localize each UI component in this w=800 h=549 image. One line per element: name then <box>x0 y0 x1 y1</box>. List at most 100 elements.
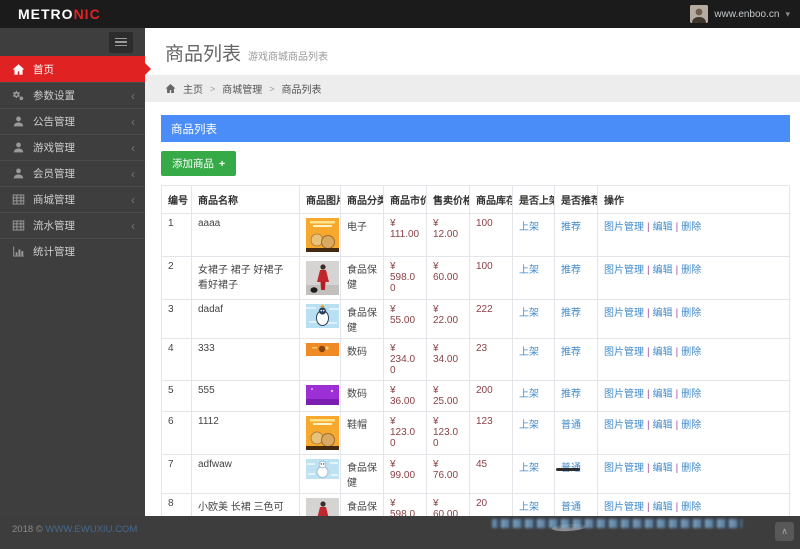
scroll-to-top-button[interactable]: ∧ <box>775 522 794 541</box>
row-id: 4 <box>162 339 192 381</box>
copyright-site-link[interactable]: WWW.EWUXIU.COM <box>45 524 137 535</box>
breadcrumb-separator: > <box>210 84 215 94</box>
breadcrumb: 主页 > 商城管理 > 商品列表 <box>145 75 800 102</box>
edit-link[interactable]: 编辑 <box>653 347 673 358</box>
manage-images-link[interactable]: 图片管理 <box>604 389 644 400</box>
delete-link[interactable]: 删除 <box>681 265 701 276</box>
logo[interactable]: METRONIC <box>18 6 101 22</box>
recommend-toggle-link[interactable]: 推荐 <box>561 389 581 400</box>
listed-toggle-link[interactable]: 上架 <box>519 347 539 358</box>
action-separator: | <box>676 420 679 431</box>
delete-link[interactable]: 删除 <box>681 463 701 474</box>
action-separator: | <box>676 265 679 276</box>
home-icon <box>165 83 176 94</box>
row-id: 3 <box>162 300 192 339</box>
sidebar-item-mall[interactable]: 商城管理‹ <box>0 186 145 212</box>
recommend-toggle-link[interactable]: 普通 <box>561 502 581 513</box>
red-dress-image <box>306 498 339 516</box>
market-price: ¥ 99.00 <box>384 455 427 494</box>
snowman-image <box>306 459 339 479</box>
manage-images-link[interactable]: 图片管理 <box>604 222 644 233</box>
stock-count: 20 <box>470 494 513 517</box>
purple-banner-image <box>306 385 339 405</box>
product-name: aaaa <box>192 214 300 257</box>
menu-icon[interactable] <box>109 32 133 53</box>
manage-images-link[interactable]: 图片管理 <box>604 420 644 431</box>
product-category: 食品保健 <box>341 300 384 339</box>
delete-link[interactable]: 删除 <box>681 389 701 400</box>
orange-banner-image <box>306 343 339 356</box>
edit-link[interactable]: 编辑 <box>653 308 673 319</box>
table-icon <box>12 193 25 206</box>
sale-price: ¥ 12.00 <box>427 214 470 257</box>
product-name: 女裙子 裙子 好裙子 看好裙子 <box>192 257 300 300</box>
delete-link[interactable]: 删除 <box>681 420 701 431</box>
breadcrumb-home[interactable]: 主页 <box>183 81 203 96</box>
sidebar-item-member[interactable]: 会员管理‹ <box>0 160 145 186</box>
table-icon <box>12 219 25 232</box>
recommend-toggle-link[interactable]: 推荐 <box>561 222 581 233</box>
column-header: 售卖价格 <box>427 186 470 214</box>
recommend-toggle-link-cell: 普通 <box>555 412 598 455</box>
action-separator: | <box>676 222 679 233</box>
actions-cell: 图片管理|编辑|删除 <box>598 214 790 257</box>
sale-price: ¥ 60.00 <box>427 494 470 517</box>
action-separator: | <box>676 502 679 513</box>
delete-link[interactable]: 删除 <box>681 502 701 513</box>
actions-cell: 图片管理|编辑|删除 <box>598 257 790 300</box>
sidebar-toggle-row <box>0 28 145 56</box>
chevron-left-icon: ‹ <box>131 90 135 102</box>
row-id: 6 <box>162 412 192 455</box>
table-row: 61112鞋帽¥ 123.00¥ 123.00123上架普通图片管理|编辑|删除 <box>162 412 790 455</box>
recommend-toggle-link[interactable]: 推荐 <box>561 347 581 358</box>
manage-images-link[interactable]: 图片管理 <box>604 265 644 276</box>
listed-toggle-link[interactable]: 上架 <box>519 463 539 474</box>
main-content: 商品列表游戏商城商品列表 主页 > 商城管理 > 商品列表 商品列表 添加商品 … <box>145 28 800 516</box>
edit-link[interactable]: 编辑 <box>653 389 673 400</box>
recommend-toggle-link[interactable]: 普通 <box>561 420 581 431</box>
recommend-toggle-link-cell: 推荐 <box>555 339 598 381</box>
delete-link[interactable]: 删除 <box>681 222 701 233</box>
sidebar-item-notice[interactable]: 公告管理‹ <box>0 108 145 134</box>
edit-link[interactable]: 编辑 <box>653 463 673 474</box>
listed-toggle-link[interactable]: 上架 <box>519 308 539 319</box>
manage-images-link[interactable]: 图片管理 <box>604 308 644 319</box>
column-header: 商品分类 <box>341 186 384 214</box>
manage-images-link[interactable]: 图片管理 <box>604 347 644 358</box>
sidebar-item-stats[interactable]: 统计管理 <box>0 238 145 264</box>
add-product-button[interactable]: 添加商品 + <box>161 151 236 176</box>
table-row: 2女裙子 裙子 好裙子 看好裙子食品保健¥ 598.00¥ 60.00100上架… <box>162 257 790 300</box>
listed-toggle-link[interactable]: 上架 <box>519 420 539 431</box>
chevron-left-icon: ‹ <box>131 220 135 232</box>
sidebar-item-game[interactable]: 游戏管理‹ <box>0 134 145 160</box>
sidebar: 首页参数设置‹公告管理‹游戏管理‹会员管理‹商城管理‹流水管理‹ 统计管理 <box>0 28 145 516</box>
listed-toggle-link[interactable]: 上架 <box>519 389 539 400</box>
product-category: 食品保健 <box>341 494 384 517</box>
action-separator: | <box>647 389 650 400</box>
sidebar-item-home[interactable]: 首页 <box>0 56 145 82</box>
sidebar-item-flow[interactable]: 流水管理‹ <box>0 212 145 238</box>
recommend-toggle-link[interactable]: 推荐 <box>561 265 581 276</box>
breadcrumb-mall[interactable]: 商城管理 <box>222 81 262 96</box>
delete-link[interactable]: 删除 <box>681 308 701 319</box>
listed-toggle-link[interactable]: 上架 <box>519 502 539 513</box>
sidebar-item-label: 统计管理 <box>33 244 75 259</box>
table-row: 8小欧美 长裙 三色可选食品保健¥ 598.00¥ 60.0020上架普通图片管… <box>162 494 790 517</box>
market-price: ¥ 111.00 <box>384 214 427 257</box>
edit-link[interactable]: 编辑 <box>653 502 673 513</box>
delete-link[interactable]: 删除 <box>681 347 701 358</box>
user-menu[interactable]: www.enboo.cn ▾ <box>690 5 790 23</box>
edit-link[interactable]: 编辑 <box>653 265 673 276</box>
column-header: 商品库存 <box>470 186 513 214</box>
biscuit-ad-image <box>306 218 339 252</box>
listed-toggle-link[interactable]: 上架 <box>519 222 539 233</box>
edit-link[interactable]: 编辑 <box>653 420 673 431</box>
manage-images-link[interactable]: 图片管理 <box>604 502 644 513</box>
edit-link[interactable]: 编辑 <box>653 222 673 233</box>
listed-toggle-link[interactable]: 上架 <box>519 265 539 276</box>
manage-images-link[interactable]: 图片管理 <box>604 463 644 474</box>
chevron-left-icon: ‹ <box>131 194 135 206</box>
sidebar-item-params[interactable]: 参数设置‹ <box>0 82 145 108</box>
footer: 2018 © WWW.EWUXIU.COM ∧ <box>0 516 800 549</box>
recommend-toggle-link[interactable]: 推荐 <box>561 308 581 319</box>
